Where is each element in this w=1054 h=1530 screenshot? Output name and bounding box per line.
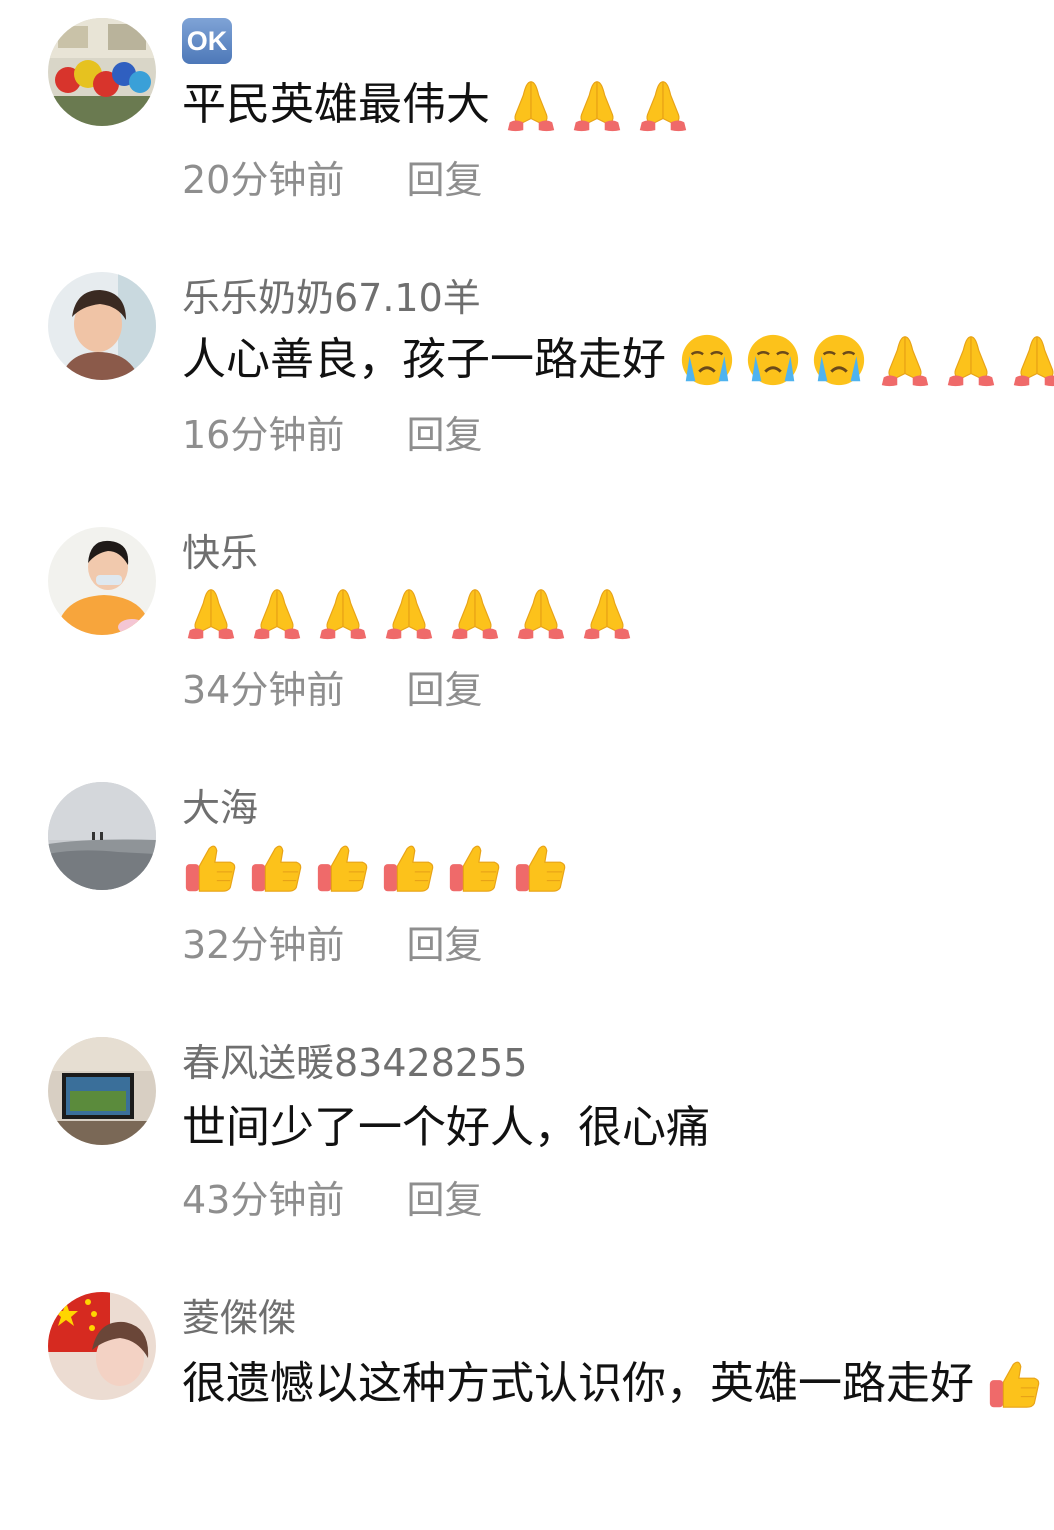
pray-emoji xyxy=(634,76,692,134)
thumbs-up-emoji xyxy=(986,1355,1044,1413)
comment-item: 菱傑傑 很遗憾以这种方式认识你，英雄一路走好 xyxy=(0,1275,1054,1530)
pray-emoji xyxy=(876,331,934,389)
comment-content xyxy=(182,839,570,897)
comment-text: 很遗憾以这种方式认识你，英雄一路走好 xyxy=(182,1358,974,1409)
comment-item: 快乐 34分钟前 回复 xyxy=(0,510,1054,765)
thumbs-up-emoji xyxy=(446,839,504,897)
comment-meta: 32分钟前 回复 xyxy=(182,926,482,964)
avatar[interactable] xyxy=(48,272,156,380)
timestamp: 34分钟前 xyxy=(182,668,345,712)
comment-item: OK 平民英雄最伟大 20分钟前 回复 xyxy=(0,0,1054,255)
reply-button[interactable]: 回复 xyxy=(406,668,482,712)
emoji-row xyxy=(182,584,636,642)
avatar[interactable] xyxy=(48,1037,156,1145)
pray-emoji xyxy=(380,584,438,642)
username[interactable]: 春风送暖83428255 xyxy=(182,1044,527,1082)
thumbs-up-emoji xyxy=(182,839,240,897)
pray-emoji xyxy=(502,76,560,134)
ok-badge: OK xyxy=(182,18,232,64)
comment-content: 人心善良，孩子一路走好 xyxy=(182,331,1054,389)
thumbs-up-emoji xyxy=(314,839,372,897)
pray-emoji xyxy=(182,584,240,642)
timestamp: 43分钟前 xyxy=(182,1178,345,1222)
comment-item: 乐乐奶奶67.10羊 人心善良，孩子一路走好 16分钟前 回复 xyxy=(0,255,1054,510)
emoji-row xyxy=(502,76,692,134)
comment-meta: 16分钟前 回复 xyxy=(182,416,482,454)
pray-emoji xyxy=(512,584,570,642)
pray-emoji xyxy=(568,76,626,134)
comment-content: 世间少了一个好人，很心痛 xyxy=(182,1106,710,1150)
avatar[interactable] xyxy=(48,1292,156,1400)
username[interactable]: 大海 xyxy=(182,789,258,827)
crying-emoji xyxy=(810,331,868,389)
comment-meta: 34分钟前 回复 xyxy=(182,671,482,709)
comment-text: 平民英雄最伟大 xyxy=(182,79,490,130)
thumbs-up-emoji xyxy=(248,839,306,897)
pray-emoji xyxy=(314,584,372,642)
crying-emoji xyxy=(744,331,802,389)
timestamp: 32分钟前 xyxy=(182,923,345,967)
reply-button[interactable]: 回复 xyxy=(406,1178,482,1222)
pray-emoji xyxy=(446,584,504,642)
avatar[interactable] xyxy=(48,527,156,635)
comment-meta: 20分钟前 回复 xyxy=(182,161,482,199)
comment-text: 世间少了一个好人，很心痛 xyxy=(182,1102,710,1153)
emoji-row xyxy=(678,331,1054,389)
comment-content xyxy=(182,584,636,642)
username[interactable]: 菱傑傑 xyxy=(182,1299,296,1337)
pray-emoji xyxy=(248,584,306,642)
username[interactable]: 快乐 xyxy=(182,534,258,572)
reply-button[interactable]: 回复 xyxy=(406,923,482,967)
comment-content: 平民英雄最伟大 xyxy=(182,76,692,134)
comment-text: 人心善良，孩子一路走好 xyxy=(182,334,666,385)
reply-button[interactable]: 回复 xyxy=(406,413,482,457)
comment-meta: 43分钟前 回复 xyxy=(182,1181,482,1219)
avatar[interactable] xyxy=(48,782,156,890)
pray-emoji xyxy=(942,331,1000,389)
timestamp: 20分钟前 xyxy=(182,158,345,202)
timestamp: 16分钟前 xyxy=(182,413,345,457)
username[interactable]: 乐乐奶奶67.10羊 xyxy=(182,279,481,317)
comment-content: 很遗憾以这种方式认识你，英雄一路走好 xyxy=(182,1355,1044,1413)
reply-button[interactable]: 回复 xyxy=(406,158,482,202)
pray-emoji xyxy=(578,584,636,642)
emoji-row xyxy=(182,839,570,897)
emoji-row xyxy=(986,1355,1044,1413)
avatar[interactable] xyxy=(48,18,156,126)
comment-item: 大海 32分钟前 回复 xyxy=(0,765,1054,1020)
comment-item: 春风送暖83428255 世间少了一个好人，很心痛 43分钟前 回复 xyxy=(0,1020,1054,1275)
pray-emoji xyxy=(1008,331,1054,389)
crying-emoji xyxy=(678,331,736,389)
thumbs-up-emoji xyxy=(512,839,570,897)
thumbs-up-emoji xyxy=(380,839,438,897)
